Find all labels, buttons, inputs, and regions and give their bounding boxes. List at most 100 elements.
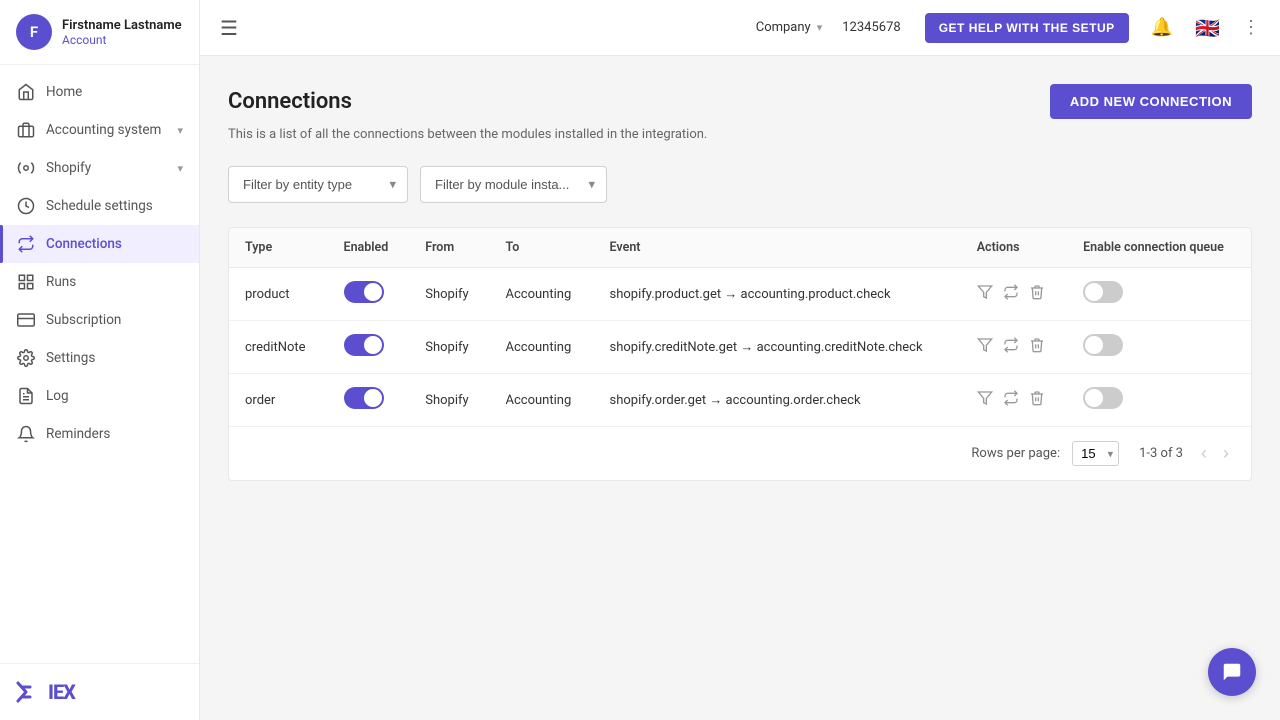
queue-toggle-2[interactable] [1083,334,1123,356]
company-id: 12345678 [842,20,900,35]
avatar: F [16,14,52,50]
more-options-icon[interactable]: ⋮ [1242,17,1260,38]
col-enabled: Enabled [328,228,410,268]
entity-type-filter-wrapper: Filter by entity type [228,166,408,203]
sidebar-item-home[interactable]: Home [0,73,199,111]
row-queue [1067,268,1251,321]
connections-table: Type Enabled From To Event Actions Enabl… [229,228,1251,426]
add-connection-button[interactable]: ADD NEW CONNECTION [1050,84,1252,119]
sidebar-item-shopify[interactable]: Shopify ▾ [0,149,199,187]
row-actions [961,268,1067,321]
building-icon [16,120,36,140]
page-info: 1-3 of 3 [1139,446,1183,461]
row-to: Accounting [490,374,594,427]
user-name: Firstname Lastname [62,18,182,33]
sidebar-item-reminders[interactable]: Reminders [0,415,199,453]
chevron-down-icon: ▾ [177,124,183,137]
sidebar-nav: Home Accounting system ▾ Shopify ▾ Sched… [0,65,199,663]
row-to: Accounting [490,268,594,321]
sync-action-icon-3[interactable] [1003,390,1019,410]
sync-action-icon[interactable] [1003,284,1019,304]
delete-action-icon-3[interactable] [1029,390,1045,410]
filter-action-icon-2[interactable] [977,337,993,357]
row-actions [961,374,1067,427]
queue-toggle[interactable] [1083,281,1123,303]
row-to: Accounting [490,321,594,374]
row-from: Shopify [409,268,489,321]
main-content: ☰ Company ▾ 12345678 GET HELP WITH THE S… [200,0,1280,720]
row-type: product [229,268,328,321]
sidebar-item-schedule[interactable]: Schedule settings [0,187,199,225]
connections-icon [16,234,36,254]
row-enabled [328,268,410,321]
entity-type-filter[interactable]: Filter by entity type [228,166,408,203]
help-button[interactable]: GET HELP WITH THE SETUP [925,13,1129,43]
row-event: shopify.product.get → accounting.product… [594,268,961,321]
table-header: Type Enabled From To Event Actions Enabl… [229,228,1251,268]
notification-icon[interactable]: 🔔 [1151,17,1173,38]
sidebar-logo: IEX [0,663,199,720]
page-description: This is a list of all the connections be… [228,127,1252,142]
sidebar-item-schedule-label: Schedule settings [46,198,183,214]
card-icon [16,310,36,330]
page-title: Connections [228,89,352,114]
language-flag[interactable]: 🇬🇧 [1195,16,1220,40]
topbar: ☰ Company ▾ 12345678 GET HELP WITH THE S… [200,0,1280,56]
row-enabled [328,321,410,374]
queue-toggle-3[interactable] [1083,387,1123,409]
sidebar-item-reminders-label: Reminders [46,426,183,442]
company-selector[interactable]: Company ▾ [756,20,823,35]
sidebar: F Firstname Lastname Account Home Accoun… [0,0,200,720]
module-filter[interactable]: Filter by module insta... [420,166,607,203]
col-to: To [490,228,594,268]
module-filter-wrapper: Filter by module insta... [420,166,607,203]
sidebar-item-subscription[interactable]: Subscription [0,301,199,339]
rows-per-page-select[interactable]: 15 25 50 [1072,441,1119,466]
sidebar-item-settings-label: Settings [46,350,183,366]
enabled-toggle-3[interactable] [344,387,384,409]
user-info: Firstname Lastname Account [62,18,182,47]
sidebar-item-runs[interactable]: Runs [0,263,199,301]
logo: IEX [16,680,183,704]
sidebar-item-subscription-label: Subscription [46,312,183,328]
clock-icon [16,196,36,216]
prev-page-button[interactable]: ‹ [1195,441,1213,466]
sync-action-icon-2[interactable] [1003,337,1019,357]
sidebar-item-runs-label: Runs [46,274,183,290]
enabled-toggle-2[interactable] [344,334,384,356]
company-chevron-icon: ▾ [817,21,823,34]
action-icons [977,284,1051,304]
page-navigation: ‹ › [1195,441,1235,466]
table-row: creditNote Shopify Accounting shopify.cr… [229,321,1251,374]
shopify-icon [16,158,36,178]
filter-action-icon-3[interactable] [977,390,993,410]
user-role: Account [62,33,182,47]
rows-select-wrapper: 15 25 50 [1072,441,1119,466]
sidebar-item-connections[interactable]: Connections [0,225,199,263]
connections-table-container: Type Enabled From To Event Actions Enabl… [228,227,1252,481]
row-from: Shopify [409,321,489,374]
row-enabled [328,374,410,427]
settings-icon [16,348,36,368]
enabled-toggle[interactable] [344,281,384,303]
table-body: product Shopify Accounting shopify.produ… [229,268,1251,427]
sidebar-item-log[interactable]: Log [0,377,199,415]
row-event: shopify.creditNote.get → accounting.cred… [594,321,961,374]
delete-action-icon-2[interactable] [1029,337,1045,357]
row-queue [1067,321,1251,374]
filter-action-icon[interactable] [977,284,993,304]
sidebar-item-shopify-label: Shopify [46,160,167,176]
sidebar-item-settings[interactable]: Settings [0,339,199,377]
delete-action-icon[interactable] [1029,284,1045,304]
col-actions: Actions [961,228,1067,268]
sidebar-item-accounting[interactable]: Accounting system ▾ [0,111,199,149]
col-queue: Enable connection queue [1067,228,1251,268]
next-page-button[interactable]: › [1217,441,1235,466]
col-event: Event [594,228,961,268]
row-actions [961,321,1067,374]
log-icon [16,386,36,406]
hamburger-icon[interactable]: ☰ [220,16,238,40]
row-type: creditNote [229,321,328,374]
chat-bubble[interactable] [1208,648,1256,696]
row-queue [1067,374,1251,427]
